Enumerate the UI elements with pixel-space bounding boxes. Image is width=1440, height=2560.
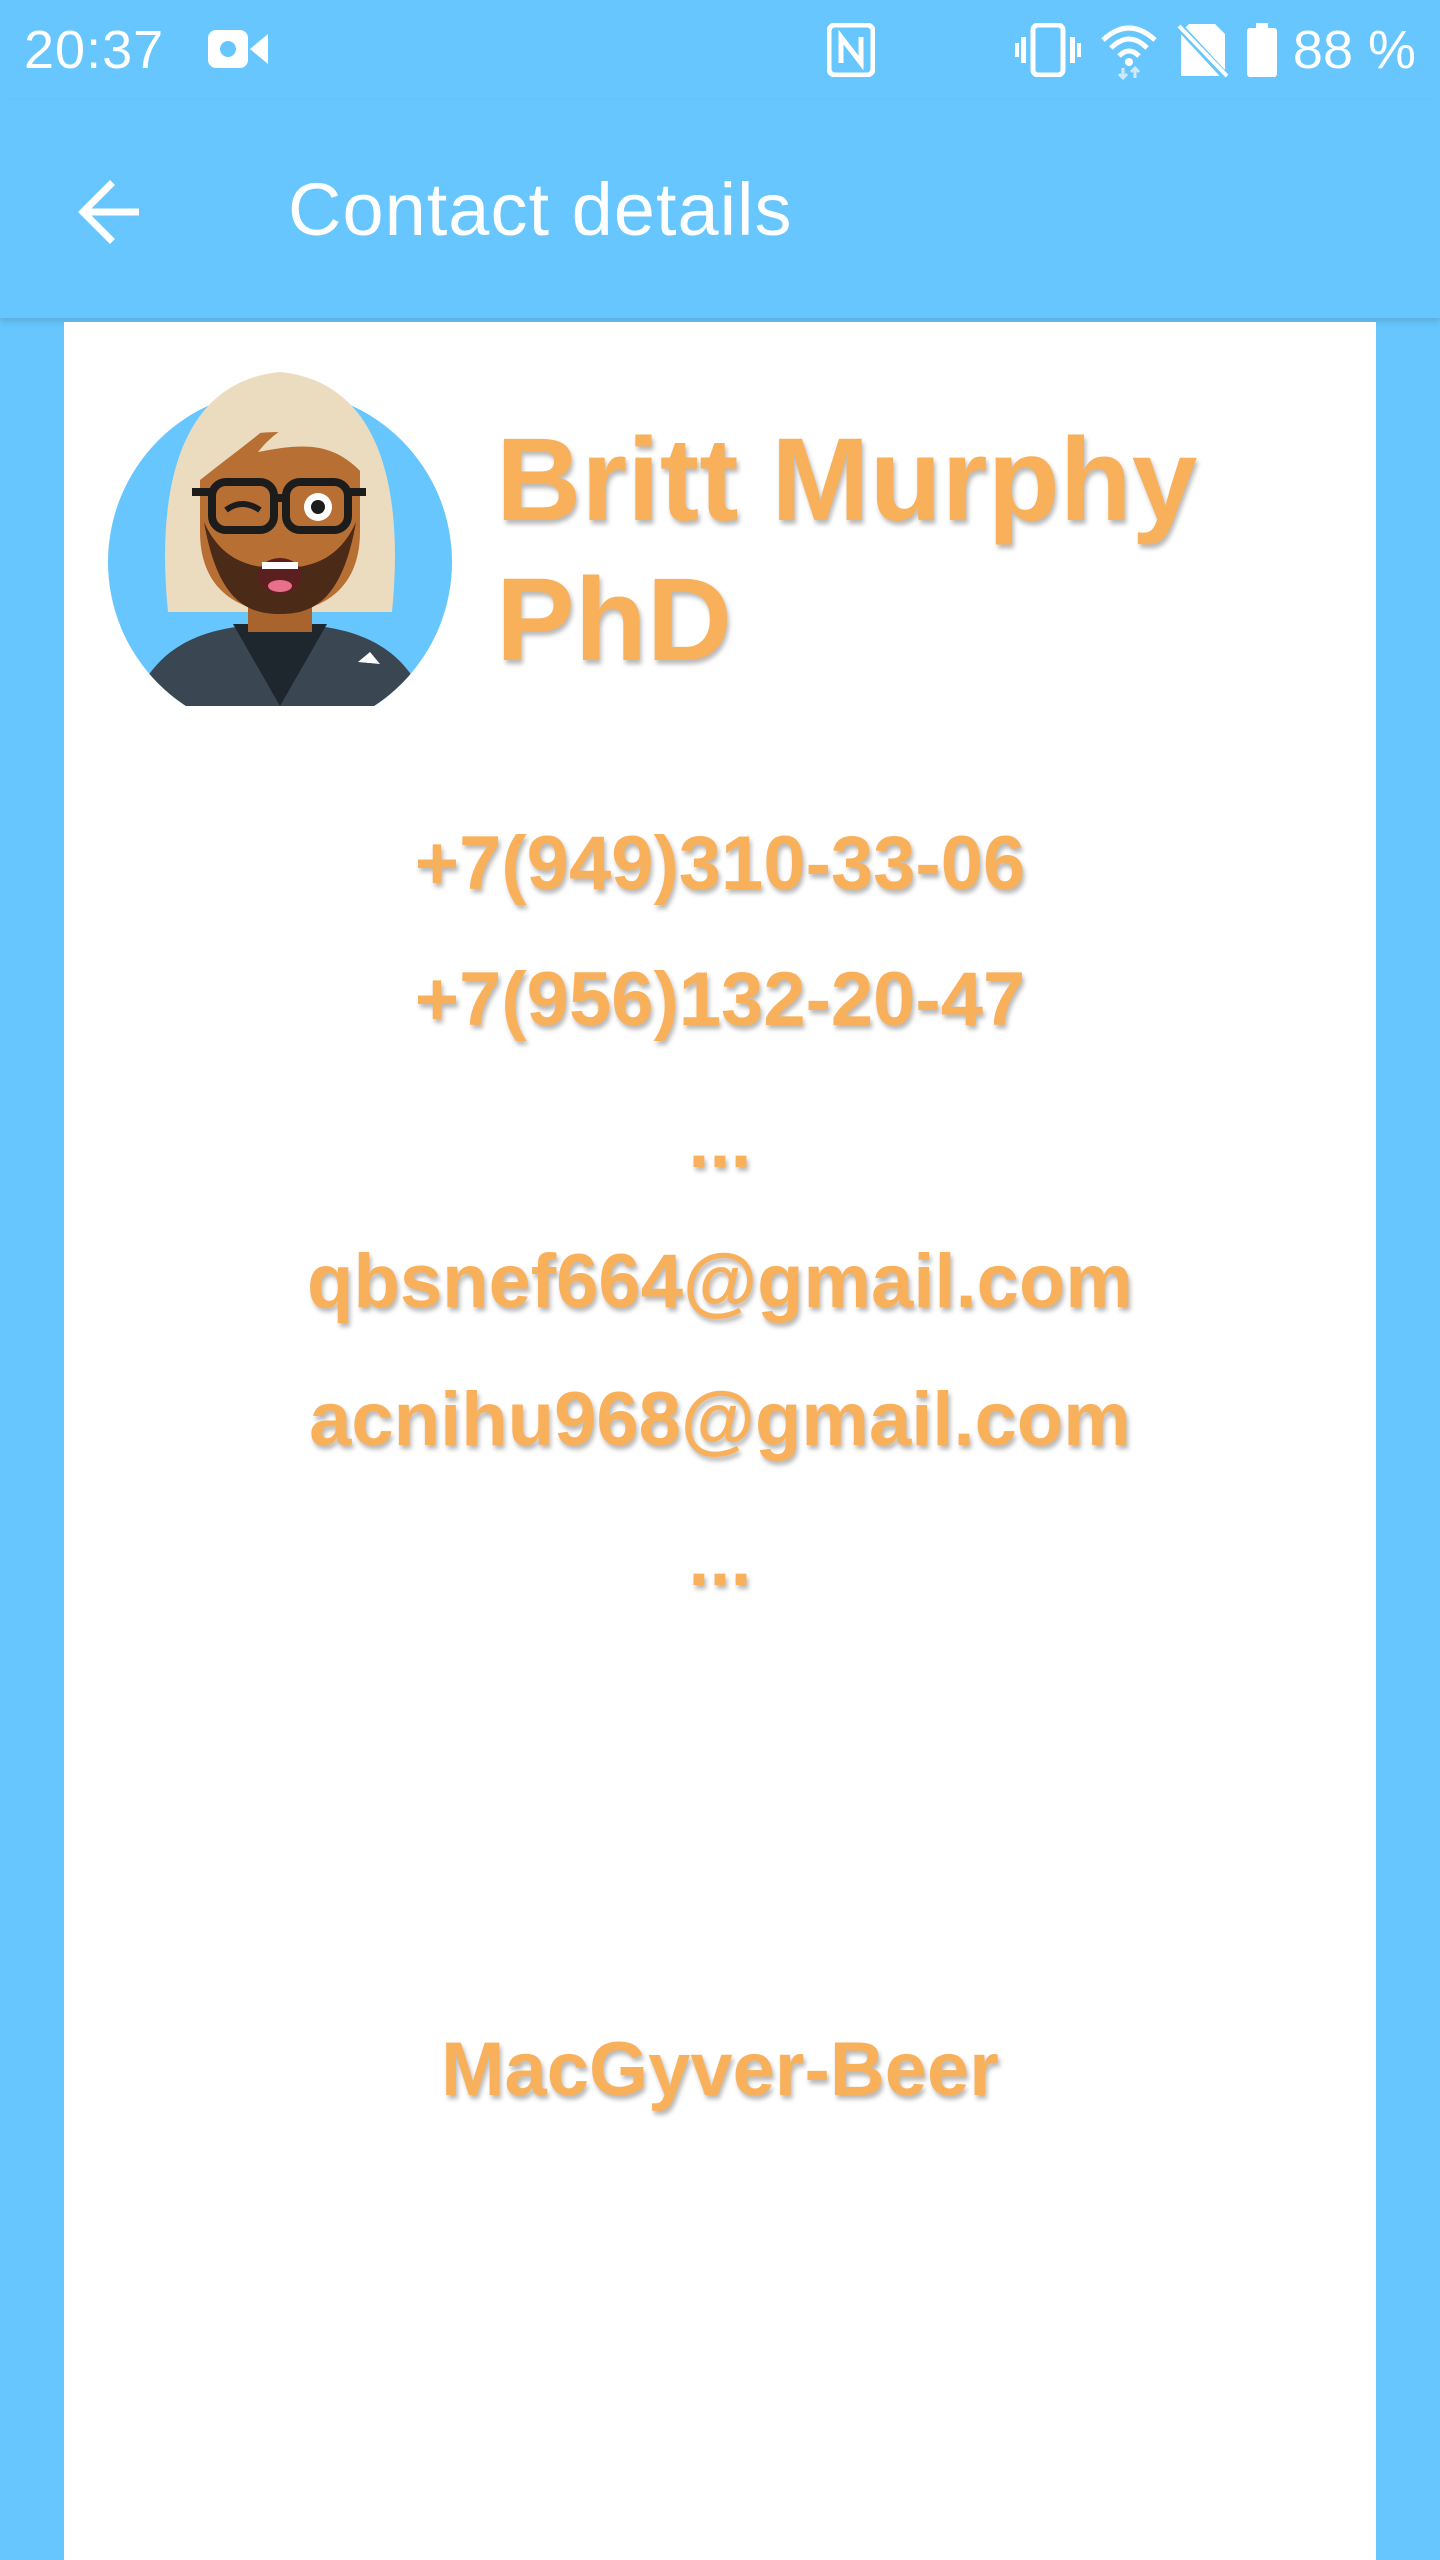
phone-number[interactable]: +7(956)132-20-47	[64, 952, 1376, 1048]
company-name: MacGyver-Beer	[441, 2027, 999, 2112]
status-bar: 20:37 88 %	[0, 0, 1440, 100]
back-button[interactable]	[60, 162, 160, 262]
video-camera-icon	[208, 30, 268, 68]
battery-percent: 88 %	[1292, 20, 1416, 80]
contact-card: Britt Murphy PhD +7(949)310-33-06 +7(956…	[64, 322, 1376, 2560]
battery-icon	[1246, 23, 1277, 77]
no-sim-icon	[1176, 22, 1229, 78]
emails-more[interactable]: ...	[64, 1522, 1376, 1598]
email-address[interactable]: qbsnef664@gmail.com	[64, 1234, 1376, 1330]
status-time: 20:37	[24, 20, 165, 80]
page-title: Contact details	[288, 168, 793, 251]
vibrate-icon	[1014, 23, 1081, 77]
contact-name: Britt Murphy PhD	[496, 414, 1198, 686]
phone-number[interactable]: +7(949)310-33-06	[64, 816, 1376, 912]
wifi-icon	[1101, 25, 1157, 80]
app-bar: Contact details	[0, 100, 1440, 318]
avatar	[108, 372, 452, 706]
nfc-icon	[826, 23, 875, 77]
email-address[interactable]: acnihu968@gmail.com	[64, 1372, 1376, 1468]
status-icons: 88 %	[826, 18, 1416, 82]
phones-more[interactable]: ...	[64, 1104, 1376, 1180]
arrow-left-icon	[78, 180, 139, 244]
